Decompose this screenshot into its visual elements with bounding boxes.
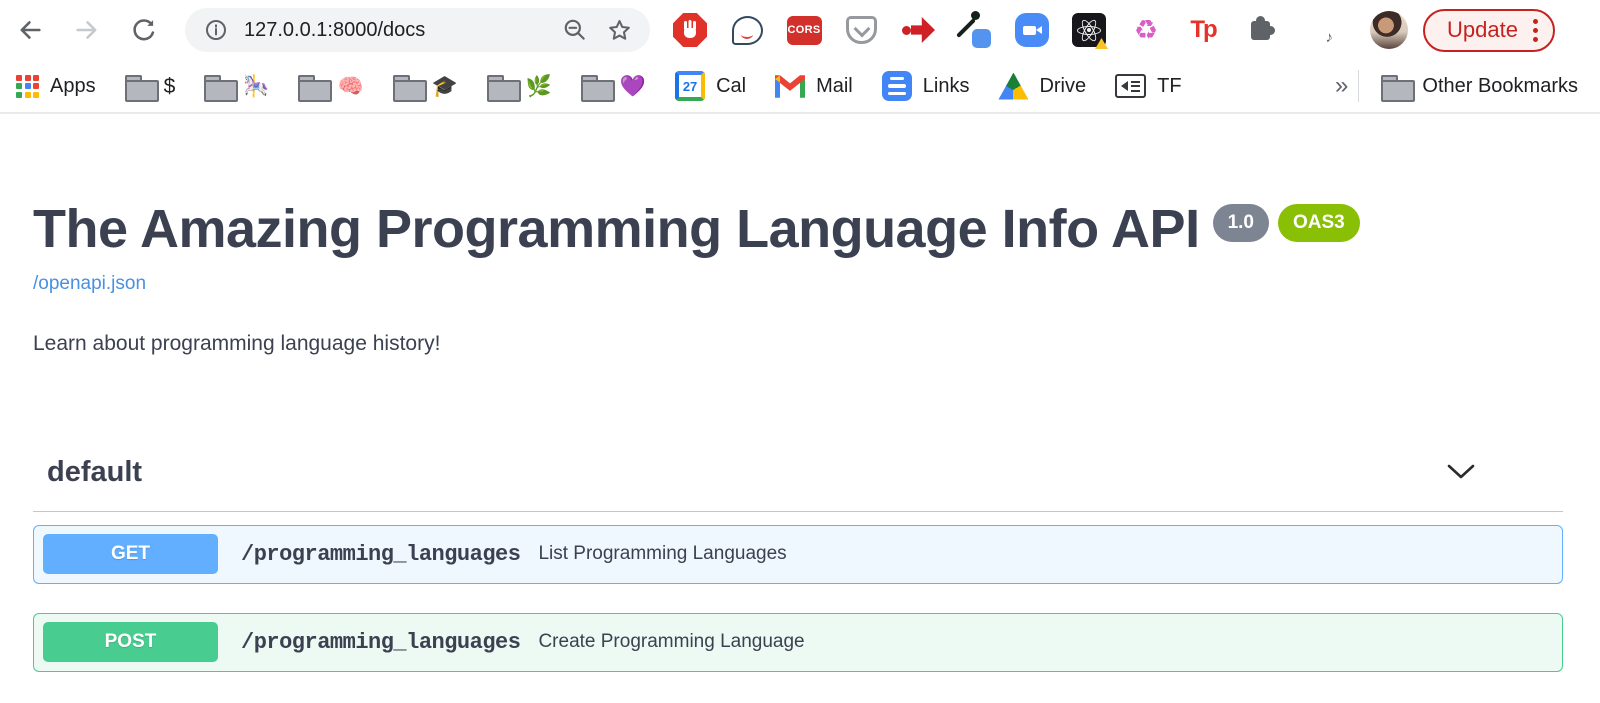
cors-extension-icon[interactable]: CORS xyxy=(786,12,822,48)
endpoint-path: /programming_languages xyxy=(241,630,520,655)
api-badges: 1.0 OAS3 xyxy=(1213,204,1369,242)
tp-extension-icon[interactable]: Tp xyxy=(1185,12,1221,48)
bookmark-folder-brain[interactable]: 🧠 xyxy=(298,75,363,98)
page-info-icon[interactable] xyxy=(201,15,231,45)
folder-icon xyxy=(487,75,517,98)
update-button[interactable]: Update xyxy=(1423,9,1555,52)
extensions-puzzle-icon[interactable] xyxy=(1242,12,1278,48)
version-badge: 1.0 xyxy=(1213,204,1269,242)
folder-icon xyxy=(581,75,611,98)
extensions-row: CORS ♻ Tp ♪ xyxy=(672,12,1356,48)
bookmark-tf[interactable]: TF xyxy=(1115,74,1181,98)
http-method-badge: POST xyxy=(43,622,218,662)
react-devtools-icon[interactable] xyxy=(1071,12,1107,48)
back-button[interactable] xyxy=(10,10,50,50)
gmail-icon xyxy=(775,75,805,98)
chevron-down-icon[interactable] xyxy=(1447,464,1475,480)
tag-section-default: default GET /programming_languages List … xyxy=(33,456,1563,672)
page-title: The Amazing Programming Language Info AP… xyxy=(33,197,1200,263)
zoom-out-icon[interactable] xyxy=(560,15,590,45)
folder-icon xyxy=(298,75,328,98)
update-label: Update xyxy=(1447,17,1518,43)
other-bookmarks[interactable]: Other Bookmarks xyxy=(1381,75,1578,98)
bookmark-folder-carousel[interactable]: 🎠 xyxy=(204,75,269,98)
address-bar[interactable]: 127.0.0.1:8000/docs xyxy=(185,8,650,52)
swagger-docs-page: The Amazing Programming Language Info AP… xyxy=(0,114,1600,672)
bookmark-links[interactable]: Links xyxy=(882,71,970,101)
bookmarks-bar: Apps $ 🎠 🧠 🎓 🌿 💜 27 Cal Mail xyxy=(0,60,1600,114)
pocket-icon[interactable] xyxy=(843,12,879,48)
api-description: Learn about programming language history… xyxy=(33,332,1563,356)
tag-name: default xyxy=(47,456,142,489)
endpoint-summary: List Programming Languages xyxy=(538,543,786,565)
http-method-badge: GET xyxy=(43,534,218,574)
endpoint-row-get-programming-languages[interactable]: GET /programming_languages List Programm… xyxy=(33,525,1563,584)
bookmark-star-icon[interactable] xyxy=(604,15,634,45)
adblock-stop-hand-icon[interactable] xyxy=(672,12,708,48)
bookmark-folder-herb[interactable]: 🌿 xyxy=(487,75,552,98)
playlist-music-icon[interactable]: ♪ xyxy=(1299,12,1335,48)
openapi-spec-link[interactable]: /openapi.json xyxy=(33,273,146,295)
folder-icon xyxy=(125,75,155,98)
apps-grid-icon xyxy=(16,75,39,98)
forward-arrow-icon xyxy=(73,16,101,44)
google-calendar-icon: 27 xyxy=(675,71,705,101)
url-text[interactable]: 127.0.0.1:8000/docs xyxy=(244,19,560,42)
chat-bubble-icon[interactable] xyxy=(729,12,765,48)
browser-menu-dots-icon[interactable] xyxy=(1533,17,1538,44)
bookmarks-divider xyxy=(1358,70,1359,102)
folder-icon xyxy=(393,75,423,98)
google-drive-icon xyxy=(998,73,1028,100)
bookmark-drive[interactable]: Drive xyxy=(998,73,1086,100)
folder-icon xyxy=(204,75,234,98)
profile-avatar[interactable] xyxy=(1370,11,1408,49)
bookmark-folder-heart[interactable]: 💜 xyxy=(581,75,646,98)
bookmarks-overflow-chevron[interactable]: » xyxy=(1335,72,1348,100)
endpoint-row-post-programming-languages[interactable]: POST /programming_languages Create Progr… xyxy=(33,613,1563,672)
announcement-card-icon xyxy=(1115,74,1146,98)
recycle-extension-icon[interactable]: ♻ xyxy=(1128,12,1164,48)
color-eyedropper-icon[interactable] xyxy=(957,12,993,48)
links-list-icon xyxy=(882,71,912,101)
bookmark-calendar[interactable]: 27 Cal xyxy=(675,71,746,101)
tag-section-header[interactable]: default xyxy=(33,456,1563,512)
redirect-arrow-icon[interactable] xyxy=(900,12,936,48)
reload-icon xyxy=(130,16,158,44)
forward-button[interactable] xyxy=(67,10,107,50)
bookmark-apps[interactable]: Apps xyxy=(16,75,96,98)
bookmark-gmail[interactable]: Mail xyxy=(775,75,853,98)
endpoint-path: /programming_languages xyxy=(241,542,520,567)
back-arrow-icon xyxy=(16,16,44,44)
oas3-badge: OAS3 xyxy=(1278,204,1360,242)
reload-button[interactable] xyxy=(124,10,164,50)
zoom-video-icon[interactable] xyxy=(1014,12,1050,48)
api-title-row: The Amazing Programming Language Info AP… xyxy=(33,197,1563,263)
bookmark-folder-money[interactable]: $ xyxy=(125,75,176,98)
folder-icon xyxy=(1381,75,1411,98)
endpoint-summary: Create Programming Language xyxy=(538,631,804,653)
browser-toolbar: 127.0.0.1:8000/docs CORS ♻ xyxy=(0,0,1600,60)
bookmark-folder-education[interactable]: 🎓 xyxy=(393,75,458,98)
